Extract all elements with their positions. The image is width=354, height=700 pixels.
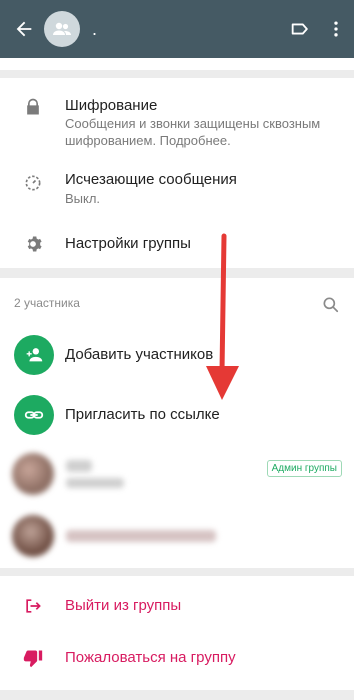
annotation-arrow-icon [206, 233, 239, 400]
lock-icon [22, 96, 44, 118]
link-icon [14, 395, 54, 435]
add-participants-label: Добавить участников [65, 346, 214, 363]
group-avatar[interactable] [44, 11, 80, 47]
participant-row[interactable]: Админ группы [0, 446, 354, 502]
exit-group-label: Выйти из группы [65, 597, 182, 614]
encryption-title: Шифрование [65, 97, 158, 114]
disappearing-messages-row[interactable]: Исчезающие сообщения Выкл. [0, 162, 354, 210]
invite-link-row[interactable]: Пригласить по ссылке [0, 390, 354, 440]
encryption-subtitle: Сообщения и звонки защищены сквозным шиф… [65, 116, 321, 148]
arrow-left-icon [16, 21, 32, 37]
invite-link-label: Пригласить по ссылке [65, 406, 220, 423]
disappearing-subtitle: Выкл. [65, 191, 101, 206]
timer-icon [22, 172, 44, 194]
add-participants-row[interactable]: Добавить участников [0, 330, 354, 380]
participant-row[interactable] [0, 508, 354, 564]
label-icon [291, 23, 308, 35]
participant-avatar [12, 515, 54, 557]
gear-icon [22, 233, 44, 255]
report-group-row[interactable]: Пожаловаться на группу [0, 636, 354, 680]
search-icon[interactable] [320, 294, 342, 316]
participant-name-blurred [66, 460, 92, 472]
group-icon [53, 22, 71, 35]
actions-card: Выйти из группы Пожаловаться на группу [0, 576, 354, 690]
back-button[interactable] [0, 0, 48, 58]
participant-name-blurred [66, 530, 216, 542]
thumbs-down-icon [22, 647, 44, 669]
disappearing-title: Исчезающие сообщения [65, 171, 237, 188]
settings-card: Шифрование Сообщения и звонки защищены с… [0, 78, 354, 268]
more-options-button[interactable] [318, 0, 354, 58]
report-group-label: Пожаловаться на группу [65, 649, 236, 666]
encryption-row[interactable]: Шифрование Сообщения и звонки защищены с… [0, 78, 354, 148]
group-settings-title: Настройки группы [65, 235, 191, 252]
participants-count: 2 участника [14, 296, 80, 310]
group-title[interactable]: . [92, 19, 282, 40]
group-settings-row[interactable]: Настройки группы [0, 224, 354, 264]
exit-group-row[interactable]: Выйти из группы [0, 584, 354, 628]
more-vert-icon [334, 21, 338, 37]
participants-card: 2 участника Добавить участников Пригласи… [0, 278, 354, 568]
top-card-remnant [0, 58, 354, 70]
admin-badge: Админ группы [266, 460, 342, 477]
exit-icon [22, 595, 44, 617]
participant-status-blurred [66, 478, 124, 488]
label-button[interactable] [282, 0, 318, 58]
participant-avatar [12, 453, 54, 495]
add-person-icon [14, 335, 54, 375]
app-bar: . [0, 0, 354, 58]
